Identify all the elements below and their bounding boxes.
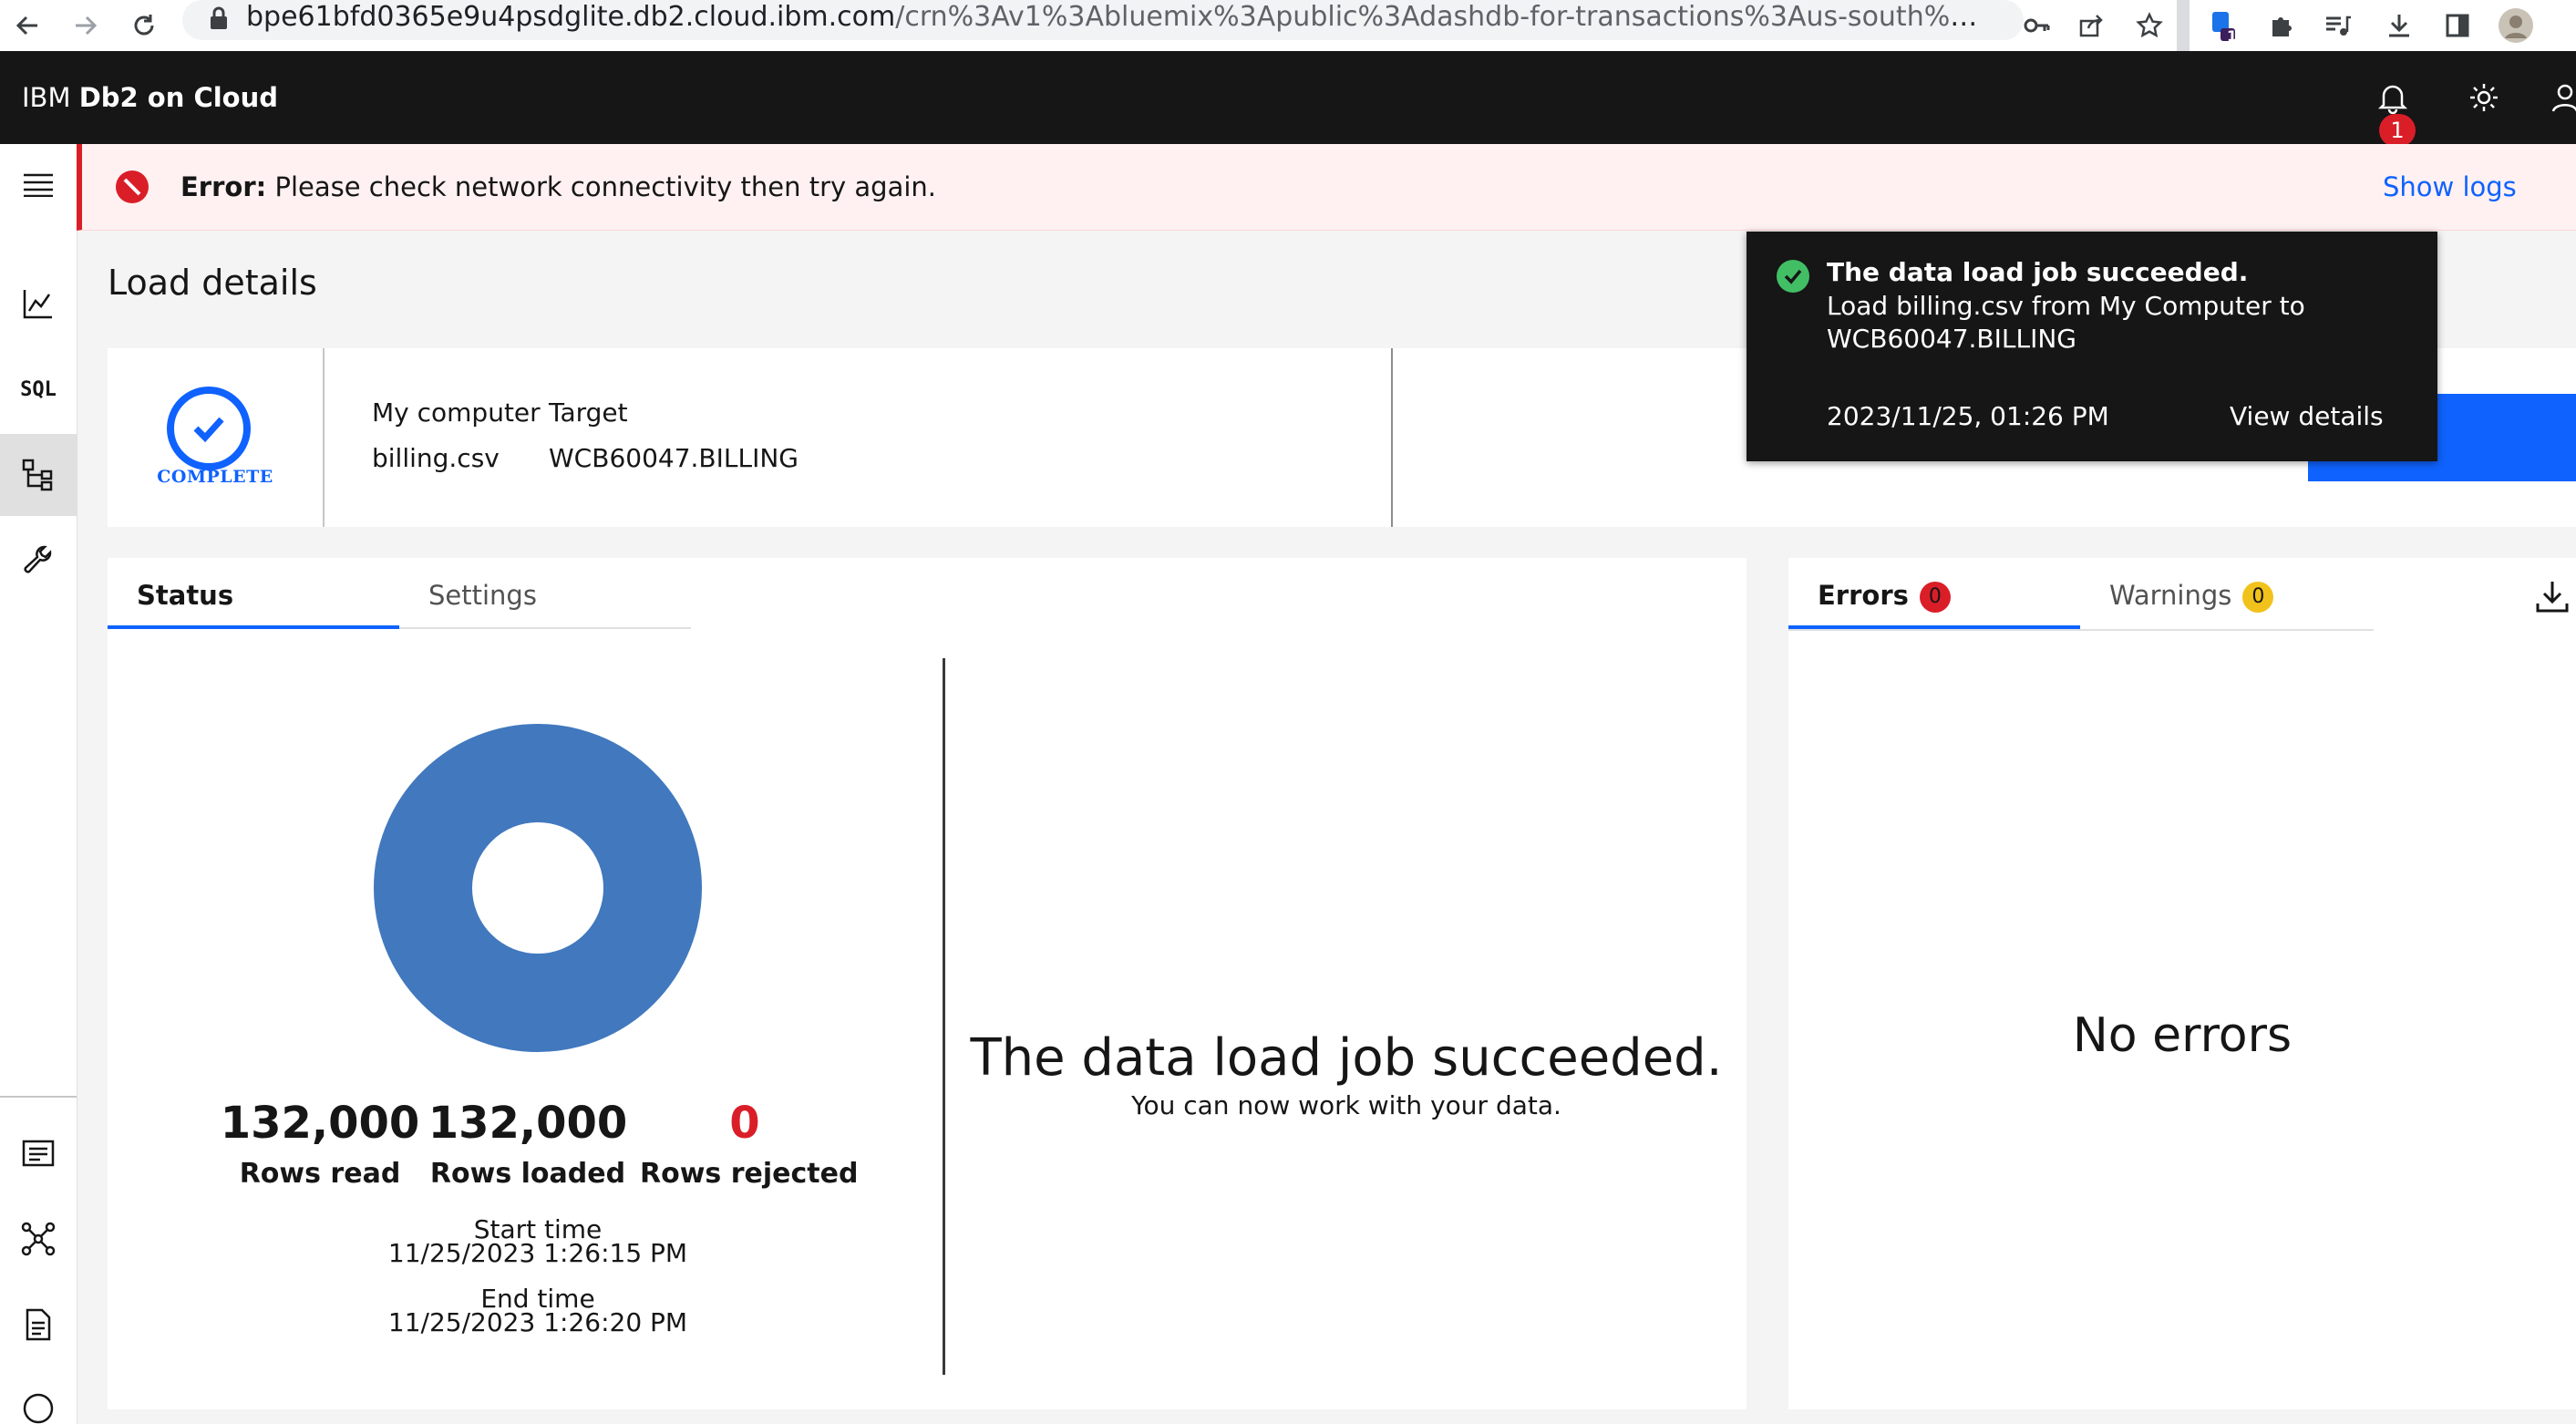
download-icon[interactable] — [2379, 5, 2419, 46]
bookmark-star-icon[interactable] — [2129, 5, 2169, 46]
nav-data[interactable] — [0, 434, 77, 516]
bell-icon — [2376, 81, 2409, 114]
error-label: Error: — [180, 171, 267, 202]
nav-administration[interactable] — [0, 520, 77, 602]
rows-loaded-label: Rows loaded — [429, 1158, 626, 1190]
monitor-chart-icon — [22, 287, 55, 320]
rows-donut-chart — [374, 724, 702, 1052]
panel-divider — [943, 658, 945, 1375]
tab-errors[interactable]: Errors 0 — [1788, 558, 2080, 629]
errors-count-badge: 0 — [1919, 582, 1951, 613]
tab-settings[interactable]: Settings — [399, 558, 691, 629]
start-time-value: 11/25/2023 1:26:15 PM — [387, 1238, 688, 1268]
wrench-icon — [22, 544, 55, 577]
empty-state-message: No errors — [2072, 1008, 2293, 1063]
brand-prefix: IBM — [22, 82, 71, 113]
nav-divider — [0, 1096, 77, 1098]
sql-icon: SQL — [20, 377, 57, 401]
rows-read-label: Rows read — [239, 1158, 401, 1190]
tab-warnings[interactable]: Warnings 0 — [2080, 558, 2374, 629]
toast-subtitle: Load billing.csv from My Computer to WCB… — [1827, 291, 2305, 354]
warnings-count-badge: 0 — [2242, 582, 2274, 613]
issues-panel: Errors 0 Warnings 0 No errors — [1788, 558, 2576, 1409]
user-button[interactable] — [2549, 75, 2576, 120]
nav-monitor[interactable] — [0, 263, 77, 345]
error-notification: Error: Please check network connectivity… — [77, 144, 2576, 231]
status-label: COMPLETE — [157, 467, 273, 487]
document-icon — [25, 1308, 52, 1341]
source-header: My computer — [372, 397, 541, 428]
toast-timestamp: 2023/11/25, 01:26 PM — [1827, 401, 2109, 431]
page-title: Load details — [108, 263, 317, 303]
url-path: /crn%3Av1%3Abluemix%3Apublic%3Adashdb-fo… — [895, 1, 1978, 33]
nav-notes[interactable] — [0, 1112, 77, 1194]
success-subtitle: You can now work with your data. — [1131, 1090, 1561, 1120]
reading-list-icon[interactable] — [2317, 5, 2357, 46]
target-header: Target — [549, 397, 628, 428]
error-detail: Please check network connectivity then t… — [274, 171, 937, 202]
notes-icon — [22, 1139, 55, 1168]
status-panel: Status Settings 132,000 Rows read 132,00… — [108, 558, 1747, 1409]
network-icon — [21, 1222, 56, 1256]
rows-read-value: 132,000 — [220, 1098, 420, 1149]
forward-icon[interactable] — [66, 5, 106, 46]
brand-name: Db2 on Cloud — [78, 82, 279, 113]
url-text[interactable]: bpe61bfd0365e9u4psdglite.db2.cloud.ibm.c… — [246, 0, 1978, 35]
rows-loaded-value: 132,000 — [428, 1098, 628, 1149]
menu-icon — [23, 173, 54, 197]
side-panel-icon[interactable] — [2437, 5, 2478, 46]
tab-errors-label: Errors — [1818, 580, 1909, 611]
reload-icon[interactable] — [124, 5, 164, 46]
tab-status[interactable]: Status — [108, 558, 399, 629]
tab-warnings-label: Warnings — [2109, 580, 2232, 611]
rows-rejected-value: 0 — [729, 1098, 760, 1149]
target-table: WCB60047.BILLING — [549, 443, 799, 473]
tabs-baseline — [1788, 629, 2374, 631]
puzzle-icon[interactable] — [2261, 5, 2301, 46]
key-icon[interactable] — [2016, 5, 2056, 46]
end-time-value: 11/25/2023 1:26:20 PM — [387, 1307, 688, 1337]
browser-toolbar: bpe61bfd0365e9u4psdglite.db2.cloud.ibm.c… — [0, 0, 2576, 52]
success-toast: The data load job succeeded. Load billin… — [1747, 232, 2437, 461]
product-name[interactable]: IBM Db2 on Cloud — [22, 51, 278, 144]
share-icon[interactable] — [2071, 5, 2111, 46]
url-host: bpe61bfd0365e9u4psdglite.db2.cloud.ibm.c… — [246, 1, 896, 33]
data-load-icon — [22, 459, 55, 491]
card-divider — [1391, 348, 1393, 527]
nav-sql[interactable]: SQL — [0, 348, 77, 430]
nav-menu[interactable] — [0, 144, 77, 226]
back-icon[interactable] — [7, 5, 47, 46]
nav-documents[interactable] — [0, 1284, 77, 1366]
lock-icon[interactable] — [208, 5, 230, 31]
sun-icon — [2468, 81, 2500, 114]
address-bar[interactable]: bpe61bfd0365e9u4psdglite.db2.cloud.ibm.c… — [182, 0, 2024, 40]
error-icon — [115, 170, 149, 204]
error-message: Error: Please check network connectivity… — [180, 144, 936, 230]
donut-ring — [374, 724, 702, 1052]
download-icon[interactable] — [2534, 578, 2576, 624]
toolbar-separator — [2177, 0, 2190, 51]
rows-rejected-label: Rows rejected — [640, 1158, 859, 1190]
notification-badge: 1 — [2379, 114, 2416, 147]
show-logs-link[interactable]: Show logs — [2383, 144, 2517, 230]
user-icon — [2549, 81, 2576, 114]
toast-title: The data load job succeeded. — [1827, 257, 2249, 287]
app-header: IBM Db2 on Cloud 1 — [0, 51, 2576, 147]
theme-button[interactable] — [2461, 75, 2507, 120]
extension-icon[interactable]: 1 — [2202, 5, 2242, 46]
extension-badge: 1 — [2227, 27, 2238, 45]
view-details-link[interactable]: View details — [2230, 401, 2384, 431]
status-indicator: COMPLETE — [108, 348, 325, 527]
complete-check-icon — [165, 385, 252, 472]
nav-connections[interactable] — [0, 1198, 77, 1280]
success-check-icon — [1776, 259, 1810, 294]
help-icon — [23, 1393, 54, 1424]
success-title: The data load job succeeded. — [970, 1028, 1723, 1088]
source-file: billing.csv — [372, 443, 500, 473]
left-nav: SQL — [0, 144, 77, 1424]
profile-avatar[interactable] — [2496, 5, 2536, 46]
nav-help[interactable] — [0, 1369, 77, 1424]
